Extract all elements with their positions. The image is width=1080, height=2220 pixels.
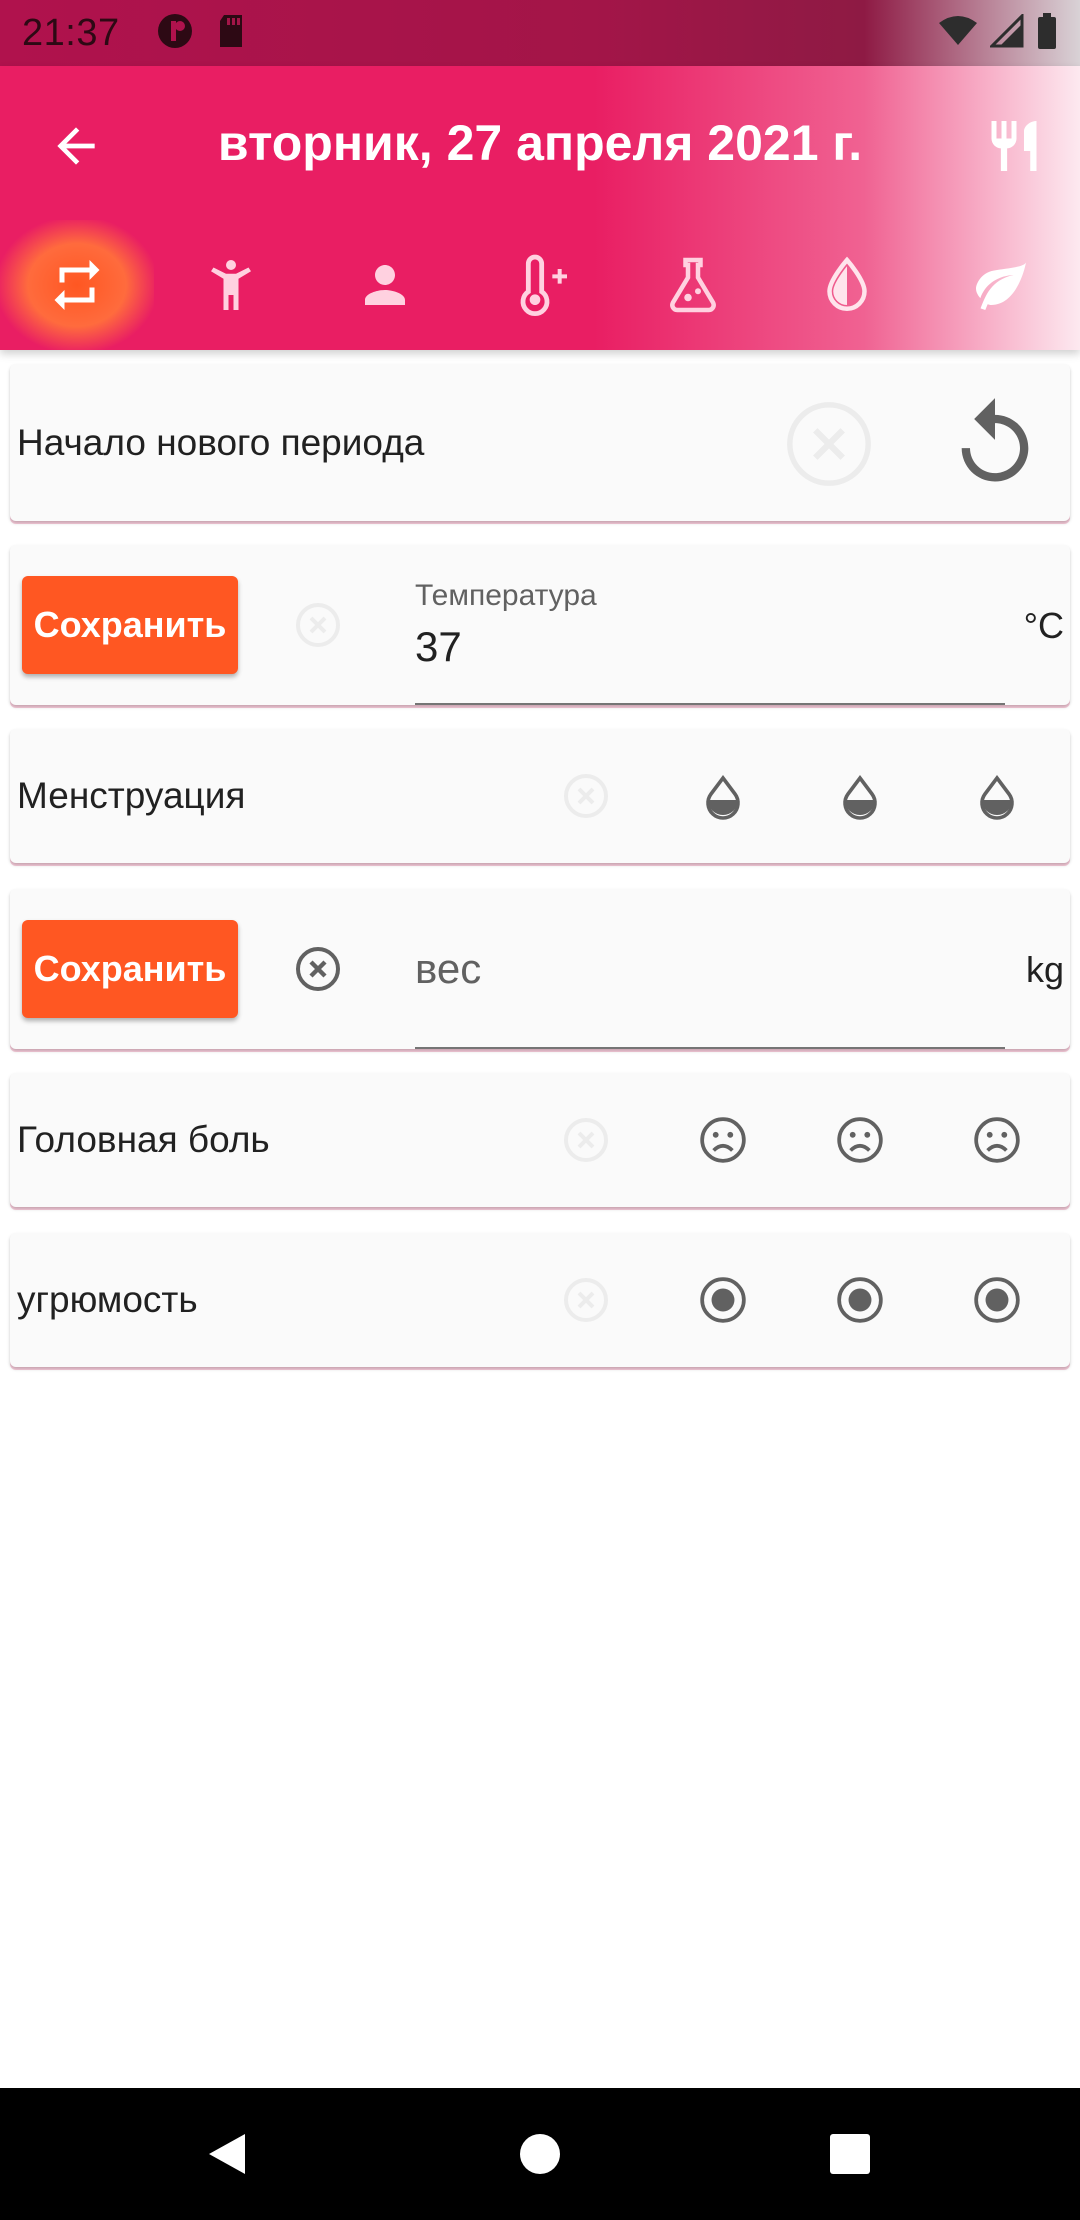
temperature-field-label: Температура bbox=[415, 579, 597, 612]
weight-input[interactable]: вес bbox=[415, 945, 481, 993]
headache-moderate-option[interactable] bbox=[825, 1105, 895, 1175]
radio-button-icon bbox=[974, 1277, 1020, 1323]
cancel-icon bbox=[296, 947, 340, 991]
flask-icon bbox=[670, 257, 716, 313]
status-system-icons bbox=[938, 11, 1058, 55]
circle-home-icon bbox=[520, 2134, 560, 2174]
repeat-icon bbox=[54, 260, 100, 310]
new-period-card: Начало нового периода bbox=[10, 364, 1070, 521]
temperature-input[interactable]: 37 bbox=[415, 623, 462, 671]
status-bar: 21:37 bbox=[0, 0, 1080, 66]
half-drop-icon bbox=[980, 775, 1014, 820]
menstruation-heavy-option[interactable] bbox=[962, 761, 1032, 831]
battery-icon bbox=[1036, 12, 1058, 55]
save-temperature-button[interactable]: Сохранить bbox=[22, 576, 238, 674]
menstruation-label: Менструация bbox=[17, 775, 246, 816]
sad-face-icon bbox=[974, 1117, 1020, 1163]
nav-home-button[interactable] bbox=[495, 2109, 585, 2199]
category-tabs bbox=[0, 220, 1080, 350]
clear-headache-icon bbox=[551, 1105, 621, 1175]
wifi-icon bbox=[938, 15, 978, 52]
leaf-icon bbox=[976, 262, 1026, 310]
app-notification-icon bbox=[156, 12, 194, 55]
page-title: вторник, 27 апреля 2021 г. bbox=[217, 115, 863, 171]
clear-weight-button[interactable] bbox=[294, 945, 342, 993]
clear-gloominess-icon bbox=[551, 1265, 621, 1335]
system-navigation-bar bbox=[0, 2088, 1080, 2220]
tab-body[interactable] bbox=[308, 220, 462, 350]
square-recents-icon bbox=[830, 2134, 870, 2174]
arrow-back-icon bbox=[57, 127, 95, 165]
temperature-unit: °C bbox=[1023, 605, 1064, 646]
signal-icon bbox=[988, 11, 1024, 53]
headache-card: Головная боль bbox=[10, 1073, 1070, 1207]
clear-temperature-icon bbox=[294, 601, 342, 649]
weight-card: Сохранить вес kg bbox=[10, 889, 1070, 1049]
restart-period-button[interactable] bbox=[945, 394, 1045, 494]
radio-button-icon bbox=[700, 1277, 746, 1323]
sad-face-icon bbox=[700, 1117, 746, 1163]
save-weight-button[interactable]: Сохранить bbox=[22, 920, 238, 1018]
gloominess-card: угрюмость bbox=[10, 1233, 1070, 1367]
exercise-figure-icon bbox=[211, 260, 251, 310]
thermometer-plus-icon bbox=[520, 254, 567, 317]
headache-severe-option[interactable] bbox=[962, 1105, 1032, 1175]
clear-menstruation-icon bbox=[551, 761, 621, 831]
tab-cycle[interactable] bbox=[0, 220, 154, 350]
weight-input-underline bbox=[415, 1047, 1005, 1049]
weight-unit: kg bbox=[1025, 949, 1064, 990]
back-button[interactable] bbox=[40, 110, 112, 182]
menstruation-card: Менструация bbox=[10, 729, 1070, 863]
status-notification-icons bbox=[156, 12, 246, 55]
new-period-label: Начало нового периода bbox=[17, 422, 425, 463]
restaurant-icon bbox=[991, 121, 1037, 171]
temperature-input-underline bbox=[415, 703, 1005, 705]
headache-label: Головная боль bbox=[17, 1119, 270, 1160]
replay-icon bbox=[961, 398, 1029, 482]
tab-activity[interactable] bbox=[154, 220, 308, 350]
temperature-card: Сохранить Температура 37 °C bbox=[10, 545, 1070, 705]
gloominess-moderate-option[interactable] bbox=[825, 1265, 895, 1335]
headache-mild-option[interactable] bbox=[688, 1105, 758, 1175]
tab-temperature[interactable] bbox=[462, 220, 616, 350]
gloominess-severe-option[interactable] bbox=[962, 1265, 1032, 1335]
tab-tests[interactable] bbox=[616, 220, 770, 350]
sad-face-icon bbox=[837, 1117, 883, 1163]
tab-fluids[interactable] bbox=[770, 220, 924, 350]
radio-button-icon bbox=[837, 1277, 883, 1323]
app-bar: вторник, 27 апреля 2021 г. bbox=[0, 66, 1080, 350]
menstruation-light-option[interactable] bbox=[688, 761, 758, 831]
half-drop-icon bbox=[706, 775, 740, 820]
gloominess-mild-option[interactable] bbox=[688, 1265, 758, 1335]
tab-nature[interactable] bbox=[924, 220, 1078, 350]
menstruation-medium-option[interactable] bbox=[825, 761, 895, 831]
status-time: 21:37 bbox=[22, 11, 120, 54]
meal-button[interactable] bbox=[978, 110, 1050, 182]
gloominess-label: угрюмость bbox=[17, 1279, 198, 1320]
sd-card-icon bbox=[216, 13, 246, 54]
half-drop-icon bbox=[843, 775, 877, 820]
nav-back-button[interactable] bbox=[182, 2109, 272, 2199]
person-icon bbox=[365, 265, 405, 305]
nav-recents-button[interactable] bbox=[805, 2109, 895, 2199]
drop-icon bbox=[827, 256, 867, 311]
triangle-back-icon bbox=[209, 2134, 245, 2174]
clear-icon bbox=[782, 397, 876, 491]
